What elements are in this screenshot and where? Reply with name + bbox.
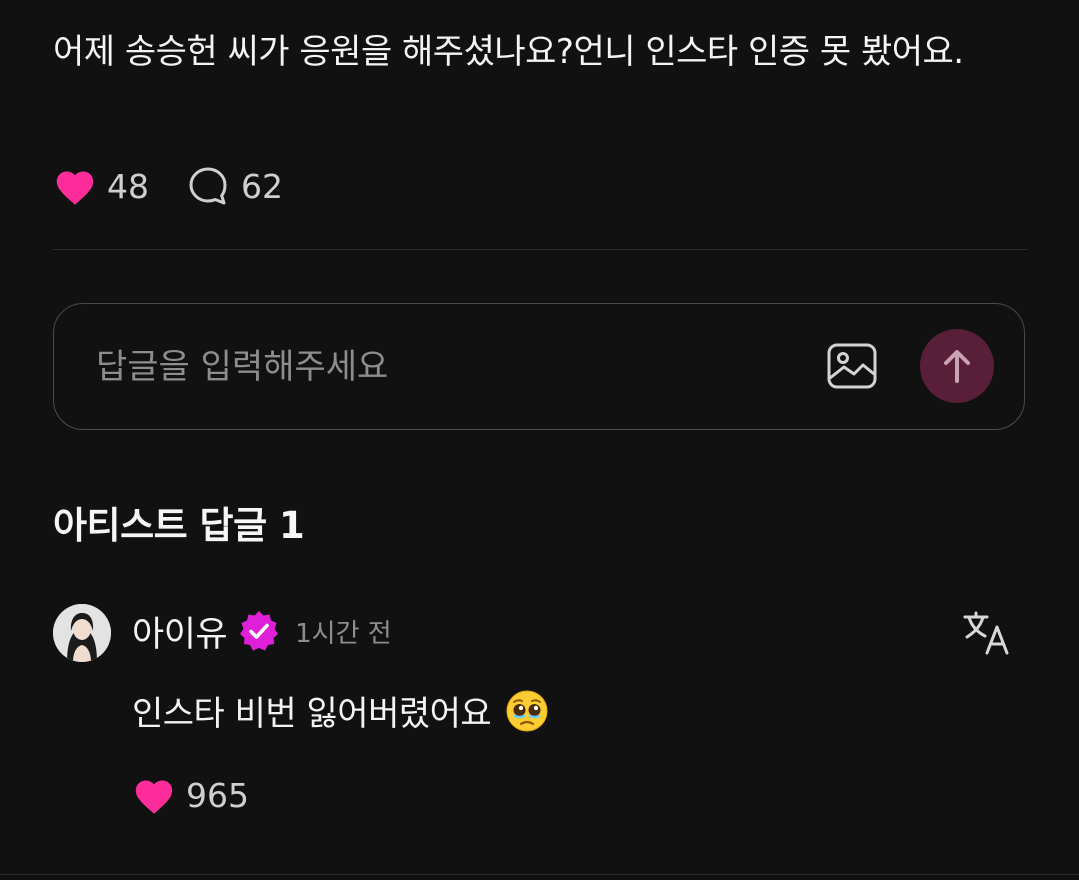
reply-box	[53, 303, 1025, 430]
send-button[interactable]	[920, 329, 994, 403]
comment-header: 아이유 1시간 전	[132, 606, 392, 656]
divider	[53, 249, 1028, 250]
comment-like-button[interactable]: 965	[132, 772, 249, 818]
comment-timestamp: 1시간 전	[295, 618, 392, 649]
avatar[interactable]	[53, 604, 111, 662]
comment-like-count: 965	[186, 775, 249, 815]
translate-icon	[963, 611, 1009, 655]
verified-badge-icon	[237, 609, 281, 653]
pleading-face-emoji-icon	[505, 689, 549, 733]
post-like-button[interactable]: 48	[53, 166, 149, 206]
heart-icon	[132, 775, 176, 815]
post-stats: 48 62	[53, 162, 283, 210]
comment-body: 인스타 비번 잃어버렸어요	[132, 694, 492, 734]
comment-text: 인스타 비번 잃어버렸어요	[132, 686, 549, 735]
image-upload-button[interactable]	[827, 342, 877, 390]
post-like-count: 48	[107, 166, 149, 206]
username[interactable]: 아이유	[132, 606, 228, 657]
heart-icon	[53, 166, 97, 206]
translate-button[interactable]	[962, 610, 1012, 656]
post-comment-button[interactable]: 62	[187, 165, 283, 207]
reply-input[interactable]	[96, 338, 796, 396]
artist-replies-title: 아티스트 답글 1	[53, 504, 305, 547]
bottom-divider	[0, 874, 1079, 875]
arrow-up-icon	[944, 350, 970, 383]
post-comment-count: 62	[241, 166, 283, 206]
speech-bubble-icon	[187, 165, 229, 207]
image-icon	[827, 343, 877, 389]
post-text: 어제 송승헌 씨가 응원을 해주셨나요?언니 인스타 인증 못 봤어요.	[53, 32, 964, 72]
